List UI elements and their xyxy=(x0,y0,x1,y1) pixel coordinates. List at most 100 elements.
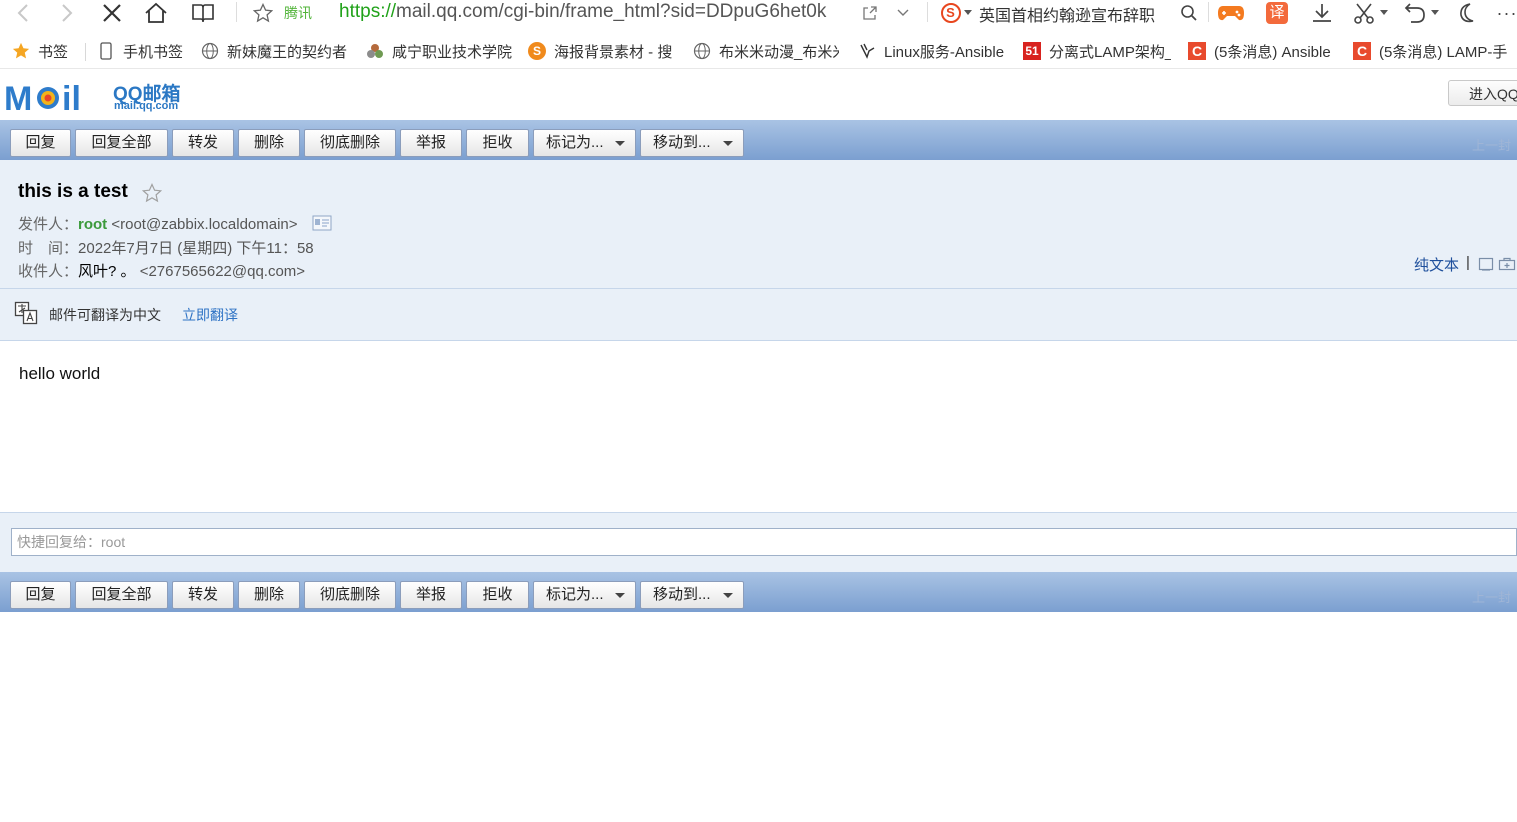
sender-name[interactable]: root xyxy=(78,216,107,233)
forward-icon[interactable] xyxy=(56,0,78,26)
bookmark-item[interactable]: C (5条消息) LAMP-手 xyxy=(1353,41,1517,61)
chevron-down-icon xyxy=(615,141,625,146)
hot-news-link[interactable]: 英国首相约翰逊宣布辞职 xyxy=(979,2,1155,26)
mark-as-dropdown[interactable]: 标记为... xyxy=(533,581,636,609)
reading-mode-icon[interactable] xyxy=(190,0,216,26)
print-icon[interactable] xyxy=(1478,257,1494,271)
mail-body: hello world xyxy=(19,364,101,383)
reply-button[interactable]: 回复 xyxy=(10,581,71,609)
reject-sender-button[interactable]: 拒收 xyxy=(466,129,529,157)
bookmark-item[interactable]: C (5条消息) Ansible xyxy=(1188,41,1336,61)
bookmark-item[interactable]: Linux服务-Ansible xyxy=(858,41,1008,61)
globe-icon xyxy=(693,42,711,60)
reply-all-button[interactable]: 回复全部 xyxy=(75,129,168,157)
contact-card-icon[interactable] xyxy=(312,215,332,231)
globe-icon xyxy=(201,42,219,60)
permanent-delete-button[interactable]: 彻底删除 xyxy=(304,581,396,609)
previous-mail-link[interactable]: 上一封 xyxy=(1472,135,1511,154)
bookmark-item[interactable]: 布米米动漫_布米米 xyxy=(693,41,839,61)
time-label: 时 间： xyxy=(18,240,79,257)
toolbar-divider xyxy=(927,2,928,22)
stop-loading-icon[interactable] xyxy=(100,0,124,26)
home-icon[interactable] xyxy=(143,0,169,26)
mail-toolbar: 回复 回复全部 转发 删除 彻底删除 举报 拒收 标记为... 移动到... 上… xyxy=(0,120,1517,160)
school-icon xyxy=(366,42,384,60)
move-to-label: 移动到... xyxy=(653,134,711,151)
phone-icon xyxy=(97,42,115,60)
search-icon[interactable] xyxy=(1178,0,1200,26)
share-icon[interactable] xyxy=(860,0,880,26)
mail-subject: this is a test xyxy=(18,181,128,202)
back-icon[interactable] xyxy=(12,0,34,26)
forward-button[interactable]: 转发 xyxy=(172,129,234,157)
gamepad-icon[interactable] xyxy=(1216,0,1246,26)
chevron-down-icon xyxy=(723,141,733,146)
undo-close-icon[interactable] xyxy=(1401,0,1441,26)
permanent-delete-button[interactable]: 彻底删除 xyxy=(304,129,396,157)
address-bar[interactable]: https://mail.qq.com/cgi-bin/frame_html?s… xyxy=(339,0,839,24)
bookmark-item[interactable]: 新妹魔王的契约者 xyxy=(201,41,347,61)
mail-header xyxy=(0,69,1517,119)
reply-button[interactable]: 回复 xyxy=(10,129,71,157)
csdn-icon: C xyxy=(1188,42,1206,60)
quick-reply-input[interactable] xyxy=(11,528,1517,556)
bookmark-item[interactable]: 手机书签 xyxy=(97,41,183,61)
sender-email: <root@zabbix.localdomain> xyxy=(111,216,298,233)
chevron-down-icon xyxy=(723,593,733,598)
mark-as-dropdown[interactable]: 标记为... xyxy=(533,129,636,157)
move-to-label: 移动到... xyxy=(653,586,711,603)
51cto-icon: 51 xyxy=(1023,42,1041,60)
more-menu-icon[interactable]: ··· xyxy=(1496,0,1517,26)
reply-all-button[interactable]: 回复全部 xyxy=(75,581,168,609)
csdn-icon: C xyxy=(1353,42,1371,60)
sender-label: 发件人： xyxy=(18,216,79,233)
svg-text:M: M xyxy=(4,80,32,114)
site-verified-tag: 腾讯 xyxy=(284,5,312,21)
move-to-dropdown[interactable]: 移动到... xyxy=(640,581,744,609)
recipient-row: 收件人：风叶? 。 <2767565622@qq.com> xyxy=(18,260,305,281)
enter-qqmail-button[interactable]: 进入QQ邮箱 xyxy=(1448,80,1517,106)
new-window-icon[interactable] xyxy=(1498,257,1516,271)
linux-icon xyxy=(858,42,876,60)
browser-toolbar: 腾讯 https://mail.qq.com/cgi-bin/frame_htm… xyxy=(0,0,1517,35)
sogou-icon: S xyxy=(528,42,546,60)
time-row: 时 间：2022年7月7日 (星期四) 下午11：58 xyxy=(18,237,314,258)
time-value: 2022年7月7日 (星期四) 下午11：58 xyxy=(78,240,314,257)
bookmark-item[interactable]: S 海报背景素材 - 搜 xyxy=(528,41,676,61)
qqmail-logo[interactable]: M il xyxy=(4,78,108,114)
logo-url: mail.qq.com xyxy=(114,100,179,112)
chevron-down-icon xyxy=(615,593,625,598)
previous-mail-link[interactable]: 上一封 xyxy=(1472,587,1511,606)
sogou-search-icon[interactable]: S xyxy=(938,0,974,26)
bookmark-item[interactable]: 咸宁职业技术学院 xyxy=(366,41,512,61)
bookmark-item[interactable]: 书签 xyxy=(12,41,68,61)
report-spam-button[interactable]: 举报 xyxy=(400,129,462,157)
mark-as-label: 标记为... xyxy=(546,134,604,151)
recipient-name[interactable]: 风叶? 。 xyxy=(78,263,136,280)
download-icon[interactable] xyxy=(1308,0,1336,26)
address-dropdown-icon[interactable] xyxy=(893,0,913,26)
bookmarks-bar: 书签 手机书签 新妹魔王的契约者 咸宁职业技术学院 S 海报背景素材 - 搜 布… xyxy=(0,34,1517,69)
url-path: mail.qq.com/cgi-bin/frame_html?sid=DDpuG… xyxy=(396,1,827,22)
scissors-icon[interactable] xyxy=(1348,0,1392,26)
night-mode-icon[interactable] xyxy=(1454,0,1480,26)
link-separator: | xyxy=(1466,254,1470,271)
bookmark-divider xyxy=(85,43,86,61)
reject-sender-button[interactable]: 拒收 xyxy=(466,581,529,609)
report-spam-button[interactable]: 举报 xyxy=(400,581,462,609)
translate-icon[interactable]: 译 xyxy=(1264,0,1290,26)
toolbar-divider xyxy=(1208,2,1209,22)
recipient-label: 收件人： xyxy=(18,263,79,280)
sender-row: 发件人：root <root@zabbix.localdomain> xyxy=(18,213,332,234)
toolbar-divider xyxy=(236,2,237,22)
delete-button[interactable]: 删除 xyxy=(238,581,300,609)
favorite-star-icon[interactable] xyxy=(252,0,274,26)
forward-button[interactable]: 转发 xyxy=(172,581,234,609)
bookmark-item[interactable]: 51 分离式LAMP架构_ xyxy=(1023,41,1171,61)
translate-now-link[interactable]: 立即翻译 xyxy=(182,305,238,325)
plain-text-link[interactable]: 纯文本 xyxy=(1414,254,1459,275)
star-icon xyxy=(12,42,30,60)
move-to-dropdown[interactable]: 移动到... xyxy=(640,129,744,157)
star-icon[interactable] xyxy=(142,183,162,203)
delete-button[interactable]: 删除 xyxy=(238,129,300,157)
